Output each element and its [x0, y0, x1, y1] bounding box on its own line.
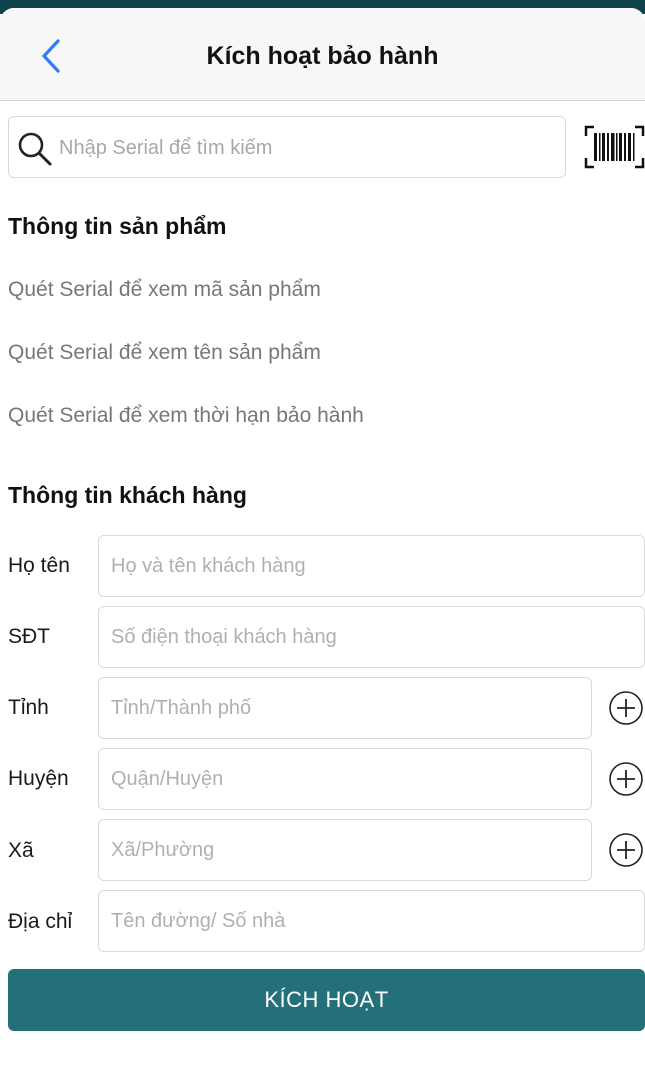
add-district-icon[interactable] [608, 761, 644, 797]
serial-search-box[interactable] [8, 116, 566, 178]
activate-button[interactable]: KÍCH HOẠT [8, 969, 645, 1031]
ward-field[interactable] [98, 819, 592, 881]
customer-phone-field[interactable] [98, 606, 645, 668]
district-label: Huyện [8, 767, 69, 790]
warranty-period-text: Quét Serial để xem thời hạn bảo hành [8, 404, 364, 427]
province-label: Tỉnh [8, 696, 49, 719]
customer-name-field[interactable] [98, 535, 645, 597]
name-label: Họ tên [8, 554, 70, 577]
district-field[interactable] [98, 748, 592, 810]
ward-label: Xã [8, 839, 34, 862]
navigation-bar: Kích hoạt bảo hành [0, 8, 645, 101]
address-field[interactable] [98, 890, 645, 952]
province-field[interactable] [98, 677, 592, 739]
product-code-text: Quét Serial để xem mã sản phẩm [8, 278, 321, 301]
page-title: Kích hoạt bảo hành [206, 42, 439, 70]
barcode-scan-icon[interactable] [584, 124, 645, 170]
product-name-text: Quét Serial để xem tên sản phẩm [8, 341, 321, 364]
serial-search-input[interactable] [57, 127, 561, 169]
search-icon [18, 132, 52, 166]
address-label: Địa chỉ [8, 910, 73, 933]
phone-label: SĐT [8, 625, 50, 648]
add-province-icon[interactable] [608, 690, 644, 726]
add-ward-icon[interactable] [608, 832, 644, 868]
customer-info-heading: Thông tin khách hàng [8, 482, 247, 508]
product-info-heading: Thông tin sản phẩm [8, 213, 227, 239]
page: Kích hoạt bảo hành Thông tin sản phẩm Qu… [0, 0, 645, 1078]
